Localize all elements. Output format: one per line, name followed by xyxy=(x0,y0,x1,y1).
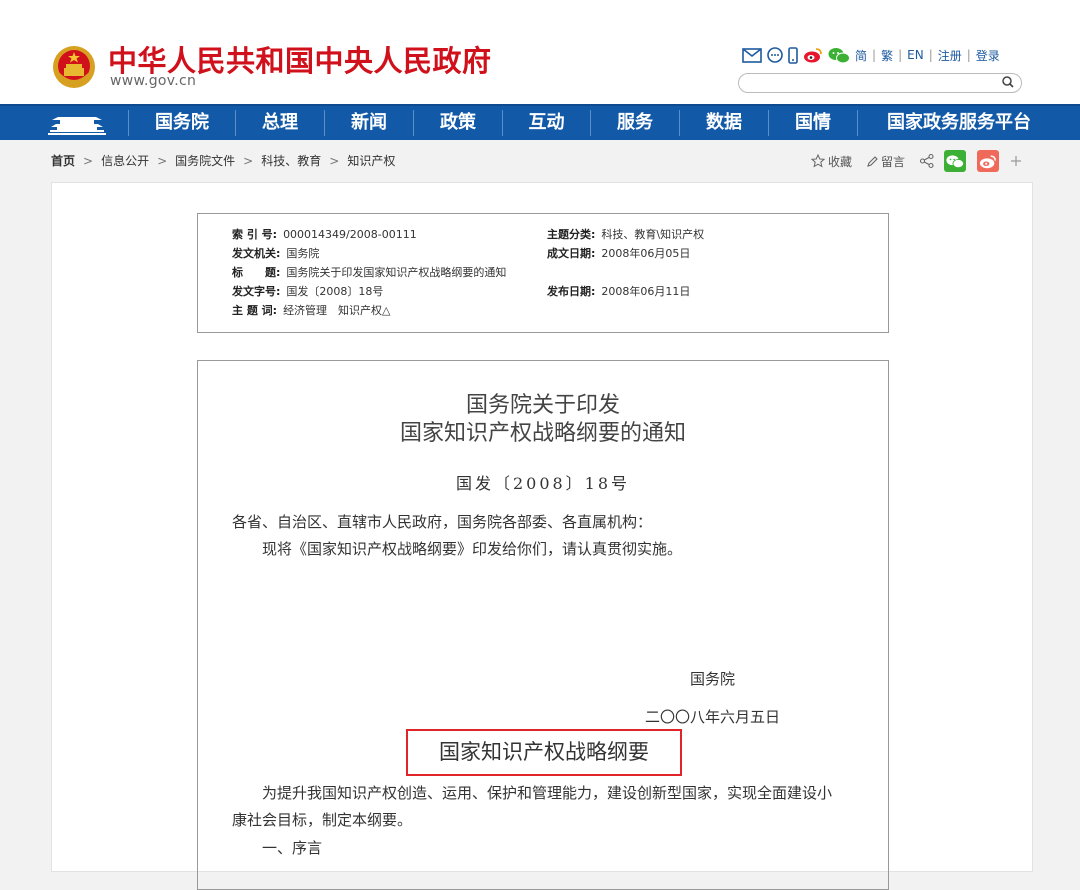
document-metadata: 索 引 号: 000014349/2008-00111 主题分类: 科技、教育\知识… xyxy=(197,213,889,333)
main-nav: 国务院 总理 新闻 政策 互动 服务 数据 国情 国家政务服务平台 xyxy=(0,104,1080,140)
document-number: 国发〔2008〕18号 xyxy=(455,474,631,493)
weibo-icon[interactable] xyxy=(803,47,823,63)
top-links: 简 | 繁 | EN | 注册 | 登录 xyxy=(742,45,1000,65)
star-icon xyxy=(811,154,825,168)
highlighted-section-title: 国家知识产权战略纲要 xyxy=(406,729,682,776)
comment-label: 留言 xyxy=(881,154,906,169)
nav-item-data[interactable]: 数据 xyxy=(680,106,768,140)
breadcrumb-arrow: > xyxy=(243,154,254,168)
nav-item-interaction[interactable]: 互动 xyxy=(503,106,590,140)
favorite-button[interactable]: 收藏 xyxy=(811,153,852,170)
tiananmen-home-icon[interactable] xyxy=(48,109,106,137)
breadcrumb-arrow: > xyxy=(83,154,94,168)
page-tools: 收藏 留言 xyxy=(811,150,1022,172)
meta-index-no: 索 引 号: 000014349/2008-00111 xyxy=(232,228,417,241)
intro-paragraph-line2: 康社会目标，制定本纲要。 xyxy=(232,811,413,829)
nav-item-policy[interactable]: 政策 xyxy=(414,106,502,140)
link-traditional[interactable]: 繁 xyxy=(881,47,893,64)
search-box xyxy=(738,73,1022,94)
document-date: 二〇〇八年六月五日 xyxy=(645,708,781,726)
section-heading-preface: 一、序言 xyxy=(262,839,323,857)
document-title-line2: 国家知识产权战略纲要的通知 xyxy=(399,421,686,446)
document-signatory: 国务院 xyxy=(690,670,736,688)
link-english[interactable]: EN xyxy=(907,48,924,62)
breadcrumb-info-disclosure[interactable]: 信息公开 xyxy=(101,154,149,168)
meta-title: 标 题: 国务院关于印发国家知识产权战略纲要的通知 xyxy=(232,266,507,279)
link-divider: | xyxy=(928,48,933,62)
mobile-icon[interactable] xyxy=(788,46,798,64)
document-body: 国务院关于印发 国家知识产权战略纲要的通知 国发〔2008〕18号 各省、自治区… xyxy=(197,360,889,890)
meta-doc-number: 发文字号: 国发〔2008〕18号 xyxy=(232,285,384,298)
comment-button[interactable]: 留言 xyxy=(866,153,905,170)
search-icon[interactable] xyxy=(1001,75,1015,89)
search-input[interactable] xyxy=(749,78,999,94)
meta-created-date: 成文日期: 2008年06月05日 xyxy=(547,247,691,260)
share-wechat-button[interactable] xyxy=(944,150,967,172)
link-divider: | xyxy=(966,48,971,62)
nav-item-gov-service-platform[interactable]: 国家政务服务平台 xyxy=(858,106,1060,140)
meta-issuer: 发文机关: 国务院 xyxy=(232,247,320,260)
meta-published-date: 发布日期: 2008年06月11日 xyxy=(547,285,691,298)
pen-icon xyxy=(867,155,878,167)
breadcrumb-home[interactable]: 首页 xyxy=(51,154,75,168)
meta-category: 主题分类: 科技、教育\知识产权 xyxy=(547,228,705,241)
breadcrumb-arrow: > xyxy=(157,154,168,168)
link-divider: | xyxy=(872,48,877,62)
breadcrumb: 首页 > 信息公开 > 国务院文件 > 科技、教育 > 知识产权 xyxy=(51,150,395,172)
link-divider: | xyxy=(898,48,903,62)
mail-icon[interactable] xyxy=(742,47,762,63)
site-url[interactable]: www.gov.cn xyxy=(110,73,196,89)
nav-item-premier[interactable]: 总理 xyxy=(236,106,324,140)
wechat-icon xyxy=(946,154,965,168)
intro-paragraph-line1: 为提升我国知识产权创造、运用、保护和管理能力，建设创新型国家，实现全面建设小 xyxy=(262,784,833,802)
nav-item-national-info[interactable]: 国情 xyxy=(769,106,857,140)
meta-keywords: 主 题 词: 经济管理 知识产权△ xyxy=(232,304,391,317)
link-login[interactable]: 登录 xyxy=(976,47,1000,64)
national-emblem-icon[interactable] xyxy=(52,44,96,90)
wechat-icon[interactable] xyxy=(828,47,850,64)
plus-icon[interactable] xyxy=(1010,155,1022,167)
link-simplified[interactable]: 简 xyxy=(855,47,867,64)
document-body-text: 现将《国家知识产权战略纲要》印发给你们，请认真贯彻实施。 xyxy=(262,540,683,558)
nav-item-services[interactable]: 服务 xyxy=(591,106,679,140)
breadcrumb-arrow: > xyxy=(329,154,340,168)
nav-item-state-council[interactable]: 国务院 xyxy=(129,106,235,140)
chat-icon[interactable] xyxy=(767,47,783,63)
breadcrumb-ip[interactable]: 知识产权 xyxy=(347,154,395,168)
share-icon[interactable] xyxy=(919,153,935,169)
link-register[interactable]: 注册 xyxy=(938,47,962,64)
breadcrumb-state-council-docs[interactable]: 国务院文件 xyxy=(175,154,235,168)
share-weibo-button[interactable] xyxy=(977,150,1000,172)
breadcrumb-sci-edu[interactable]: 科技、教育 xyxy=(261,154,321,168)
favorite-label: 收藏 xyxy=(828,154,853,169)
site-header: 中华人民共和国中央人民政府 www.gov.cn 简 | 繁 | EN | 注册… xyxy=(0,0,1080,104)
nav-item-news[interactable]: 新闻 xyxy=(325,106,413,140)
document-salutation: 各省、自治区、直辖市人民政府，国务院各部委、各直属机构： xyxy=(232,513,653,531)
weibo-icon xyxy=(979,154,996,168)
content-panel: 索 引 号: 000014349/2008-00111 主题分类: 科技、教育\知识… xyxy=(51,182,1033,890)
